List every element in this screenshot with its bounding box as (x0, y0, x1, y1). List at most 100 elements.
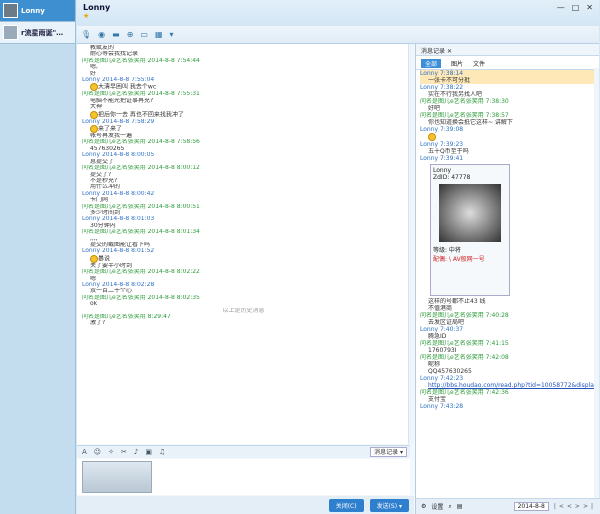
mic-icon[interactable]: ♪ (134, 448, 138, 456)
message-body: Lonny 7:39:41 (420, 155, 464, 162)
message-body: Lonny 7:42:23 (420, 375, 464, 382)
contact-item-lonny[interactable]: Lonny (0, 0, 75, 22)
message-body: 关了要半小时到 (90, 262, 133, 269)
message-body: 问名是图儿e艺名张笑用 7:41:15 (420, 340, 509, 347)
message-input[interactable] (77, 459, 410, 495)
calendar-icon[interactable]: ▤ (457, 503, 463, 510)
history-list: Lonny 7:38:14 一张卡不可分批 Lonny 7:38:22 实在不行我另找… (416, 70, 599, 496)
app-icon[interactable]: ▦ (155, 30, 163, 39)
magic-icon[interactable]: ✧ (108, 448, 114, 456)
message-body: Lonny 2014-8-8 7:55:04 (82, 77, 155, 84)
history-footer: ⚙ 设置 ⌕ ▤ 2014-8-8 |<<>>| (416, 498, 600, 514)
tab-all[interactable]: 全部 (421, 59, 442, 68)
message-text: 支付宝 (420, 396, 595, 403)
search-icon[interactable]: ⌕ (448, 503, 451, 511)
close-icon[interactable]: ✕ (586, 3, 593, 12)
emoji-icon (90, 110, 98, 119)
folder-icon[interactable]: ▬ (112, 30, 120, 39)
image-icon[interactable]: ▣ (145, 448, 152, 456)
message-text: 昵称 (420, 361, 595, 368)
history-tabs: 全部 图片 文件 (416, 56, 599, 70)
message-body: 用什么冲的 (90, 184, 121, 191)
message-body: 去发区证局吧 (428, 319, 465, 326)
profile-card[interactable]: Lonny ZdID: 47778 等级: 中将 配偶: \ AV般网一号 (430, 164, 510, 296)
profile-photo (439, 184, 501, 242)
send-button[interactable]: 发送(S) ▾ (369, 498, 409, 512)
message-header: 问名是图儿e艺名张笑用 7:41:15 (420, 340, 595, 347)
message-body: 好 (90, 70, 97, 77)
history-scrollbar[interactable] (594, 68, 599, 498)
message-body: ,,,, (90, 235, 98, 242)
link[interactable]: http://bbs.houdao.com/read.php?tid=10058… (428, 382, 595, 389)
message-text: 这样的号都不止43 线 (420, 298, 595, 305)
screen-share-icon[interactable]: ▭ (140, 30, 148, 39)
music-icon[interactable]: ♫ (159, 448, 165, 456)
avatar (3, 3, 18, 18)
message-body: 问名是图儿e艺名张笑用 7:38:30 (420, 98, 509, 105)
message-body: 嗯, (90, 64, 98, 71)
font-icon[interactable]: A (82, 448, 87, 456)
message-body: 你也知道换会抵它这样~ 讲解下 (428, 119, 513, 126)
message-header: Lonny 7:40:37 (420, 326, 595, 333)
message-header: 问名是图儿e艺名张笑用 7:38:57 (420, 112, 595, 119)
message-body: Lonny 2014-8-8 8:00:42 (82, 190, 155, 197)
message-body: 息提交了 (90, 158, 115, 165)
settings-icon[interactable]: ⚙ (421, 503, 426, 510)
message-header: Lonny 7:39:08 (420, 126, 595, 133)
message-body: 问名是图儿e艺名张笑用 2014-8-8 7:54:44 (82, 57, 200, 64)
emoji-icon[interactable]: ☺ (94, 448, 101, 456)
video-icon[interactable]: ◉ (98, 30, 105, 39)
message-header: Lonny 7:39:41 (420, 155, 595, 162)
card-level: 等级: 中将 (433, 247, 461, 254)
contact-item-other[interactable]: r流星雨诞"… (0, 22, 75, 44)
close-icon[interactable]: ✕ (447, 48, 452, 55)
add-icon[interactable]: ⊕ (127, 30, 134, 39)
message-body: Lonny 7:39:08 (420, 126, 464, 133)
contact-name: r流星雨诞"… (21, 28, 64, 37)
contact-sidebar: Lonny r流星雨诞"… (0, 0, 76, 514)
message-header: Lonny 7:38:22 (420, 84, 595, 91)
tab-files[interactable]: 文件 (473, 59, 485, 68)
message-header: 问名是图儿e艺名张笑用 7:42:36 (420, 389, 595, 396)
more-icon[interactable]: ▾ (170, 30, 174, 39)
chat-scrollbar[interactable] (408, 44, 414, 444)
message-body: 问名是图儿e艺名张笑用 2014-8-8 7:55:31 (82, 91, 200, 98)
message-text: 不值港商 (420, 305, 595, 312)
message-body: 1760793I (428, 347, 457, 354)
message-body: 不值港商 (428, 305, 453, 312)
message-body: 457630265 (90, 145, 125, 152)
message-body: 支付宝 (428, 396, 447, 403)
maximize-icon[interactable]: □ (572, 3, 580, 12)
message-body: 问名是图儿e艺名张笑用 8:29:47 (82, 314, 171, 321)
emoji-icon (428, 133, 436, 141)
close-button[interactable]: 关闭(C) (328, 498, 364, 512)
message-body: 不是秒充? (90, 177, 118, 184)
page-nav-icon[interactable]: |<<>>| (554, 503, 596, 510)
message-body: 把后你一去 再也不回来找我冲了 (98, 111, 184, 119)
chat-toolbar: 🎙 ◉ ▬ ⊕ ▭ ▦ ▾ (77, 26, 599, 44)
message-body: 问名是图儿e艺名张笑用 7:42:36 (420, 389, 509, 396)
message-text: 去发区证局吧 (420, 319, 595, 326)
message-body: 五十Q币至于吗 (428, 148, 469, 155)
message-body: 大清早困叫 我去个wc (98, 83, 157, 91)
message-body: 大神 (90, 104, 103, 111)
tab-images[interactable]: 图片 (451, 59, 463, 68)
history-button[interactable]: 消息记录 ▾ (370, 447, 407, 457)
voice-icon[interactable]: 🎙 (81, 30, 91, 39)
message-text: 你也知道换会抵它这样~ 讲解下 (420, 119, 595, 126)
minimize-icon[interactable]: — (557, 3, 565, 12)
message-body: 暴说 (98, 255, 111, 263)
message-list: 教赋友的 耐心等会我找记录 问名是图儿e艺名张笑用 2014-8-8 7:54:44… (77, 44, 410, 444)
message-body: 教赋友的 (90, 45, 115, 51)
message-header: Lonny 7:38:14 (420, 70, 595, 77)
date-field[interactable]: 2014-8-8 (513, 502, 549, 511)
cut-icon[interactable]: ✂ (121, 448, 127, 456)
message-header: 问名是图儿e艺名张笑用 7:38:30 (420, 98, 595, 105)
avatar (3, 25, 18, 40)
message-header: Lonny 7:42:23 (420, 375, 595, 382)
title-bar: Lonny ★ — □ ✕ (77, 0, 599, 26)
message-body: 帐号再发我一遍 (90, 133, 133, 140)
message-body: Lonny 7:40:37 (420, 326, 464, 333)
message-body: 一张卡不可分批 (428, 77, 471, 84)
settings-label[interactable]: 设置 (431, 502, 443, 511)
